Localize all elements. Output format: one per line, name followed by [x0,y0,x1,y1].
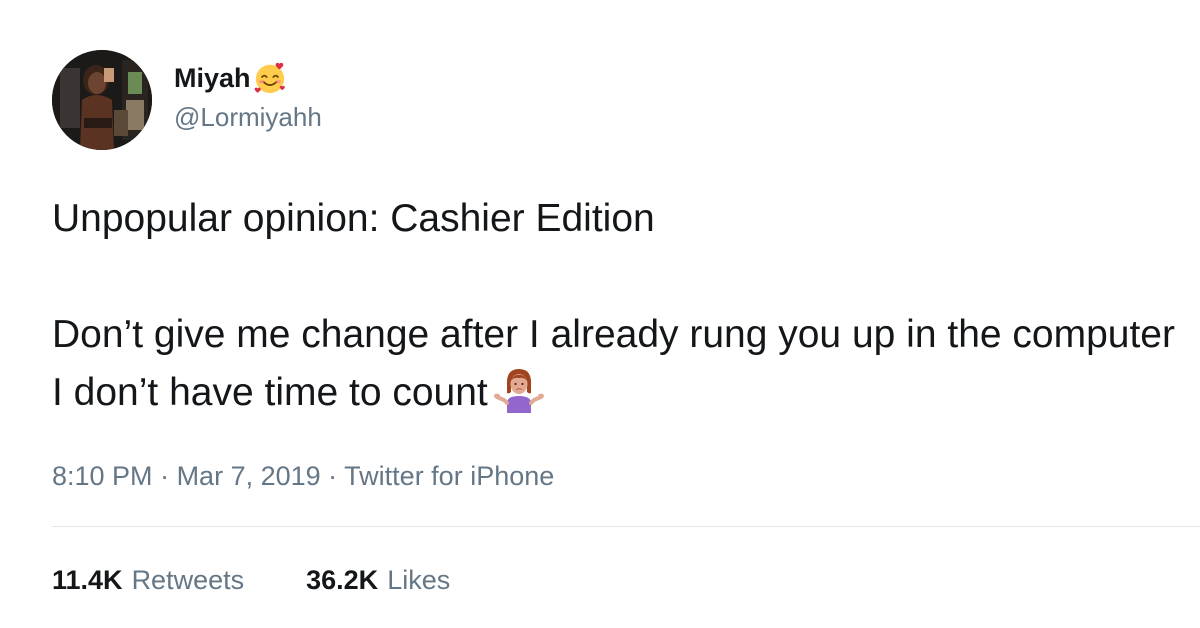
tweet-time[interactable]: 8:10 PM [52,461,153,491]
retweets-stat[interactable]: 11.4K Retweets [52,562,244,598]
tweet-card: Miyah @Lormiyahh Unpopular opinion: Cash… [0,0,1200,628]
divider [52,526,1200,527]
likes-stat[interactable]: 36.2K Likes [306,562,450,598]
tweet-metadata: 8:10 PM · Mar 7, 2019 · Twitter for iPho… [52,458,554,494]
display-name[interactable]: Miyah [174,64,251,92]
tweet-stats: 11.4K Retweets 36.2K Likes [52,562,512,598]
retweets-label: Retweets [131,565,245,595]
tweet-line-1: Unpopular opinion: Cashier Edition [52,197,655,240]
tweet-line-2-text: Don’t give me change after I already run… [52,313,1175,414]
tweet-line-2: Don’t give me change after I already run… [52,306,1182,422]
user-name-row[interactable]: Miyah [174,58,287,98]
tweet-date[interactable]: Mar 7, 2019 [177,461,321,491]
meta-separator: · [320,461,345,491]
likes-count: 36.2K [306,565,379,595]
avatar[interactable] [52,50,152,150]
likes-label: Likes [387,565,451,595]
tweet-body: Unpopular opinion: Cashier Edition Don’t… [52,190,1182,422]
person-shrugging-icon [493,368,544,413]
tweet-source[interactable]: Twitter for iPhone [344,461,554,491]
meta-separator: · [152,461,177,491]
user-handle[interactable]: @Lormiyahh [174,104,322,130]
retweets-count: 11.4K [52,565,123,595]
smiling-face-with-hearts-icon [254,62,285,94]
